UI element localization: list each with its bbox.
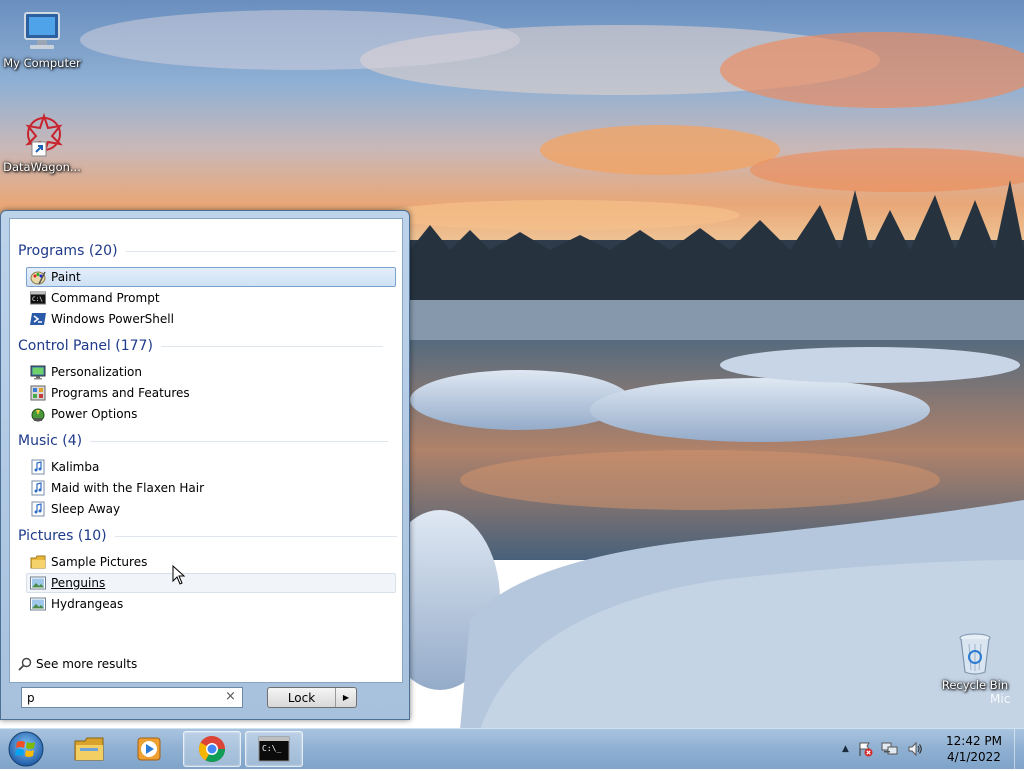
picture-file-icon [30,575,46,591]
result-label: Paint [51,270,81,284]
result-hydrangeas[interactable]: Hydrangeas [26,594,396,614]
taskbar-clock[interactable]: 12:42 PM 4/1/2022 [934,733,1014,765]
result-paint[interactable]: Paint [26,267,396,287]
result-label: Sleep Away [51,502,121,516]
taskbar-file-explorer[interactable] [60,731,118,767]
lock-button-label[interactable]: Lock [268,688,336,707]
media-player-icon [137,737,161,761]
search-results-pane: Programs (20) Paint C:\ Command Prompt W… [9,218,403,683]
svg-text:C:\_: C:\_ [262,744,281,753]
cmd-icon: C:\ [30,290,46,306]
lock-options-arrow-icon[interactable]: ▶ [336,688,356,707]
result-label: Command Prompt [51,291,160,305]
result-label: Windows PowerShell [51,312,174,326]
result-programs-and-features[interactable]: Programs and Features [26,383,396,403]
result-kalimba[interactable]: Kalimba [26,457,396,477]
result-label: Sample Pictures [51,555,148,569]
result-label: Hydrangeas [51,597,124,611]
programs-features-icon [30,385,46,401]
mouse-cursor-icon [172,564,186,588]
result-label: Penguins [51,576,106,590]
power-options-icon [30,406,46,422]
music-file-icon [30,480,46,496]
group-title-control-panel[interactable]: Control Panel (177) [18,337,383,355]
search-icon [18,657,32,671]
datawagon-icon [25,112,63,158]
taskbar-media-player[interactable] [120,731,178,767]
desktop-icon-label: DataWagon... [3,160,81,174]
result-penguins[interactable]: Penguins [26,573,396,593]
desktop-icon-label: Recycle Bin [941,678,1009,692]
result-personalization[interactable]: Personalization [26,362,396,382]
cmd-icon: C:\_ [258,736,290,762]
group-title-music[interactable]: Music (4) [18,432,389,450]
result-label: Kalimba [51,460,100,474]
music-file-icon [30,459,46,475]
result-command-prompt[interactable]: C:\ Command Prompt [26,288,396,308]
folder-icon [30,554,46,570]
clock-time: 12:42 PM [946,734,1002,748]
volume-icon[interactable] [907,741,923,757]
recycle-bin-icon [959,633,991,675]
network-icon[interactable] [881,741,899,757]
paint-icon [30,269,46,285]
music-file-icon [30,501,46,517]
clear-search-icon[interactable]: × [225,689,236,704]
windows-watermark: Mic [990,692,1011,706]
group-title-pictures[interactable]: Pictures (10) [18,527,397,545]
result-maid-with-the-flaxen-hair[interactable]: Maid with the Flaxen Hair [26,478,396,498]
picture-file-icon [30,596,46,612]
windows-logo-icon [8,731,44,767]
personalization-icon [30,364,46,380]
desktop-icon-label: My Computer [3,56,81,70]
result-label: Personalization [51,365,142,379]
start-search-input[interactable] [21,687,243,708]
computer-icon [24,12,60,49]
result-label: Maid with the Flaxen Hair [51,481,205,495]
svg-text:C:\: C:\ [32,296,43,303]
system-tray: ▲ [842,737,931,761]
result-windows-powershell[interactable]: Windows PowerShell [26,309,396,329]
show-hidden-icons-chevron-icon[interactable]: ▲ [842,744,849,754]
start-button[interactable] [6,730,46,768]
start-menu: Programs (20) Paint C:\ Command Prompt W… [0,210,410,720]
folder-icon [74,737,104,761]
result-label: Power Options [51,407,138,421]
powershell-icon [30,311,46,327]
see-more-results-link[interactable]: See more results [18,657,137,671]
result-power-options[interactable]: Power Options [26,404,396,424]
result-sleep-away[interactable]: Sleep Away [26,499,396,519]
taskbar: C:\_ ▲ 12:42 PM 4/1/2022 [0,728,1024,769]
chrome-icon [198,735,226,763]
clock-date: 4/1/2022 [947,750,1001,764]
taskbar-command-prompt[interactable]: C:\_ [245,731,303,767]
taskbar-chrome[interactable] [183,731,241,767]
lock-button[interactable]: Lock ▶ [267,687,357,708]
show-desktop-button[interactable] [1014,729,1024,769]
desktop-icon-recycle-bin[interactable]: Recycle Bin [933,632,1017,692]
group-title-programs[interactable]: Programs (20) [18,242,396,260]
desktop-icon-datawagon[interactable]: DataWagon... [0,112,84,174]
desktop-icon-my-computer[interactable]: My Computer [0,10,84,70]
action-center-flag-icon[interactable] [857,741,873,757]
result-sample-pictures[interactable]: Sample Pictures [26,552,396,572]
result-label: Programs and Features [51,386,190,400]
